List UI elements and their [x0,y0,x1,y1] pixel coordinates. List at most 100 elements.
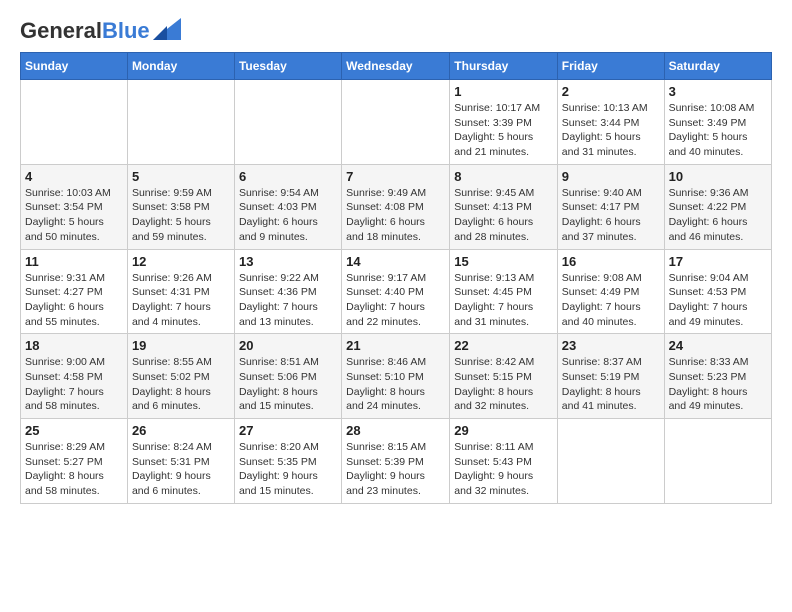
day-info: Sunrise: 9:22 AM Sunset: 4:36 PM Dayligh… [239,271,337,330]
day-info: Sunrise: 8:37 AM Sunset: 5:19 PM Dayligh… [562,355,660,414]
day-info: Sunrise: 8:29 AM Sunset: 5:27 PM Dayligh… [25,440,123,499]
calendar-cell: 7 Sunrise: 9:49 AM Sunset: 4:08 PM Daylig… [342,164,450,249]
day-info: Sunrise: 9:40 AM Sunset: 4:17 PM Dayligh… [562,186,660,245]
day-info: Sunrise: 9:04 AM Sunset: 4:53 PM Dayligh… [669,271,767,330]
calendar-cell: 2 Sunrise: 10:13 AM Sunset: 3:44 PM Dayli… [557,80,664,165]
calendar-week-4: 18 Sunrise: 9:00 AM Sunset: 4:58 PM Dayli… [21,334,772,419]
day-info: Sunrise: 9:26 AM Sunset: 4:31 PM Dayligh… [132,271,230,330]
day-number: 23 [562,338,660,353]
day-number: 10 [669,169,767,184]
day-info: Sunrise: 9:13 AM Sunset: 4:45 PM Dayligh… [454,271,553,330]
calendar-cell [234,80,341,165]
calendar-cell: 29Sunrise: 8:11 AM Sunset: 5:43 PM Dayli… [450,419,558,504]
calendar-cell: 8 Sunrise: 9:45 AM Sunset: 4:13 PM Daylig… [450,164,558,249]
day-number: 13 [239,254,337,269]
calendar-cell: 15Sunrise: 9:13 AM Sunset: 4:45 PM Dayli… [450,249,558,334]
calendar-cell [127,80,234,165]
day-info: Sunrise: 8:51 AM Sunset: 5:06 PM Dayligh… [239,355,337,414]
calendar-cell: 20 Sunrise: 8:51 AM Sunset: 5:06 PM Dayli… [234,334,341,419]
day-number: 11 [25,254,123,269]
day-number: 3 [669,84,767,99]
logo: GeneralBlue [20,20,181,42]
day-number: 22 [454,338,553,353]
calendar-cell: 9 Sunrise: 9:40 AM Sunset: 4:17 PM Daylig… [557,164,664,249]
logo-text: GeneralBlue [20,20,150,42]
calendar-cell: 3 Sunrise: 10:08 AM Sunset: 3:49 PM Dayli… [664,80,771,165]
day-info: Sunrise: 9:31 AM Sunset: 4:27 PM Dayligh… [25,271,123,330]
day-number: 27 [239,423,337,438]
weekday-thursday: Thursday [450,53,558,80]
day-number: 17 [669,254,767,269]
day-number: 4 [25,169,123,184]
calendar-cell: 19 Sunrise: 8:55 AM Sunset: 5:02 PM Dayli… [127,334,234,419]
page-header: GeneralBlue [20,20,772,42]
day-info: Sunrise: 8:20 AM Sunset: 5:35 PM Dayligh… [239,440,337,499]
calendar-week-5: 25 Sunrise: 8:29 AM Sunset: 5:27 PM Dayli… [21,419,772,504]
day-number: 9 [562,169,660,184]
calendar-week-3: 11 Sunrise: 9:31 AM Sunset: 4:27 PM Dayli… [21,249,772,334]
day-number: 7 [346,169,445,184]
calendar-cell: 22 Sunrise: 8:42 AM Sunset: 5:15 PM Dayli… [450,334,558,419]
calendar-cell: 1Sunrise: 10:17 AM Sunset: 3:39 PM Dayli… [450,80,558,165]
calendar-cell: 4 Sunrise: 10:03 AM Sunset: 3:54 PM Dayli… [21,164,128,249]
calendar-cell [557,419,664,504]
day-number: 20 [239,338,337,353]
calendar-cell: 11 Sunrise: 9:31 AM Sunset: 4:27 PM Dayli… [21,249,128,334]
calendar-cell: 13 Sunrise: 9:22 AM Sunset: 4:36 PM Dayli… [234,249,341,334]
logo-general: General [20,18,102,43]
calendar-cell: 14 Sunrise: 9:17 AM Sunset: 4:40 PM Dayli… [342,249,450,334]
calendar-cell [664,419,771,504]
day-number: 18 [25,338,123,353]
day-info: Sunrise: 8:46 AM Sunset: 5:10 PM Dayligh… [346,355,445,414]
calendar-cell: 21Sunrise: 8:46 AM Sunset: 5:10 PM Dayli… [342,334,450,419]
calendar-cell: 6 Sunrise: 9:54 AM Sunset: 4:03 PM Daylig… [234,164,341,249]
day-info: Sunrise: 9:45 AM Sunset: 4:13 PM Dayligh… [454,186,553,245]
calendar-cell: 10 Sunrise: 9:36 AM Sunset: 4:22 PM Dayli… [664,164,771,249]
calendar-week-1: 1Sunrise: 10:17 AM Sunset: 3:39 PM Dayli… [21,80,772,165]
calendar-cell: 28Sunrise: 8:15 AM Sunset: 5:39 PM Dayli… [342,419,450,504]
day-info: Sunrise: 10:08 AM Sunset: 3:49 PM Daylig… [669,101,767,160]
day-number: 6 [239,169,337,184]
day-info: Sunrise: 9:17 AM Sunset: 4:40 PM Dayligh… [346,271,445,330]
day-info: Sunrise: 8:24 AM Sunset: 5:31 PM Dayligh… [132,440,230,499]
day-number: 12 [132,254,230,269]
day-number: 19 [132,338,230,353]
day-info: Sunrise: 9:08 AM Sunset: 4:49 PM Dayligh… [562,271,660,330]
day-info: Sunrise: 9:49 AM Sunset: 4:08 PM Dayligh… [346,186,445,245]
day-info: Sunrise: 8:33 AM Sunset: 5:23 PM Dayligh… [669,355,767,414]
day-info: Sunrise: 9:59 AM Sunset: 3:58 PM Dayligh… [132,186,230,245]
weekday-saturday: Saturday [664,53,771,80]
day-info: Sunrise: 8:55 AM Sunset: 5:02 PM Dayligh… [132,355,230,414]
weekday-friday: Friday [557,53,664,80]
calendar-cell: 16Sunrise: 9:08 AM Sunset: 4:49 PM Dayli… [557,249,664,334]
weekday-monday: Monday [127,53,234,80]
calendar-week-2: 4 Sunrise: 10:03 AM Sunset: 3:54 PM Dayli… [21,164,772,249]
calendar-cell: 26 Sunrise: 8:24 AM Sunset: 5:31 PM Dayli… [127,419,234,504]
day-info: Sunrise: 8:42 AM Sunset: 5:15 PM Dayligh… [454,355,553,414]
calendar-cell: 23 Sunrise: 8:37 AM Sunset: 5:19 PM Dayli… [557,334,664,419]
calendar-cell: 5 Sunrise: 9:59 AM Sunset: 3:58 PM Daylig… [127,164,234,249]
logo-icon [153,18,181,40]
logo-blue: Blue [102,18,150,43]
day-info: Sunrise: 10:13 AM Sunset: 3:44 PM Daylig… [562,101,660,160]
day-number: 5 [132,169,230,184]
weekday-tuesday: Tuesday [234,53,341,80]
day-info: Sunrise: 10:03 AM Sunset: 3:54 PM Daylig… [25,186,123,245]
day-info: Sunrise: 9:54 AM Sunset: 4:03 PM Dayligh… [239,186,337,245]
day-number: 2 [562,84,660,99]
day-number: 25 [25,423,123,438]
day-info: Sunrise: 9:36 AM Sunset: 4:22 PM Dayligh… [669,186,767,245]
calendar-body: 1Sunrise: 10:17 AM Sunset: 3:39 PM Dayli… [21,80,772,504]
day-info: Sunrise: 9:00 AM Sunset: 4:58 PM Dayligh… [25,355,123,414]
day-number: 26 [132,423,230,438]
day-number: 14 [346,254,445,269]
calendar-cell: 24 Sunrise: 8:33 AM Sunset: 5:23 PM Dayli… [664,334,771,419]
weekday-header-row: SundayMondayTuesdayWednesdayThursdayFrid… [21,53,772,80]
calendar-cell: 27 Sunrise: 8:20 AM Sunset: 5:35 PM Dayli… [234,419,341,504]
day-number: 8 [454,169,553,184]
day-number: 24 [669,338,767,353]
calendar-cell: 18 Sunrise: 9:00 AM Sunset: 4:58 PM Dayli… [21,334,128,419]
day-number: 29 [454,423,553,438]
calendar-cell: 17 Sunrise: 9:04 AM Sunset: 4:53 PM Dayli… [664,249,771,334]
day-number: 1 [454,84,553,99]
